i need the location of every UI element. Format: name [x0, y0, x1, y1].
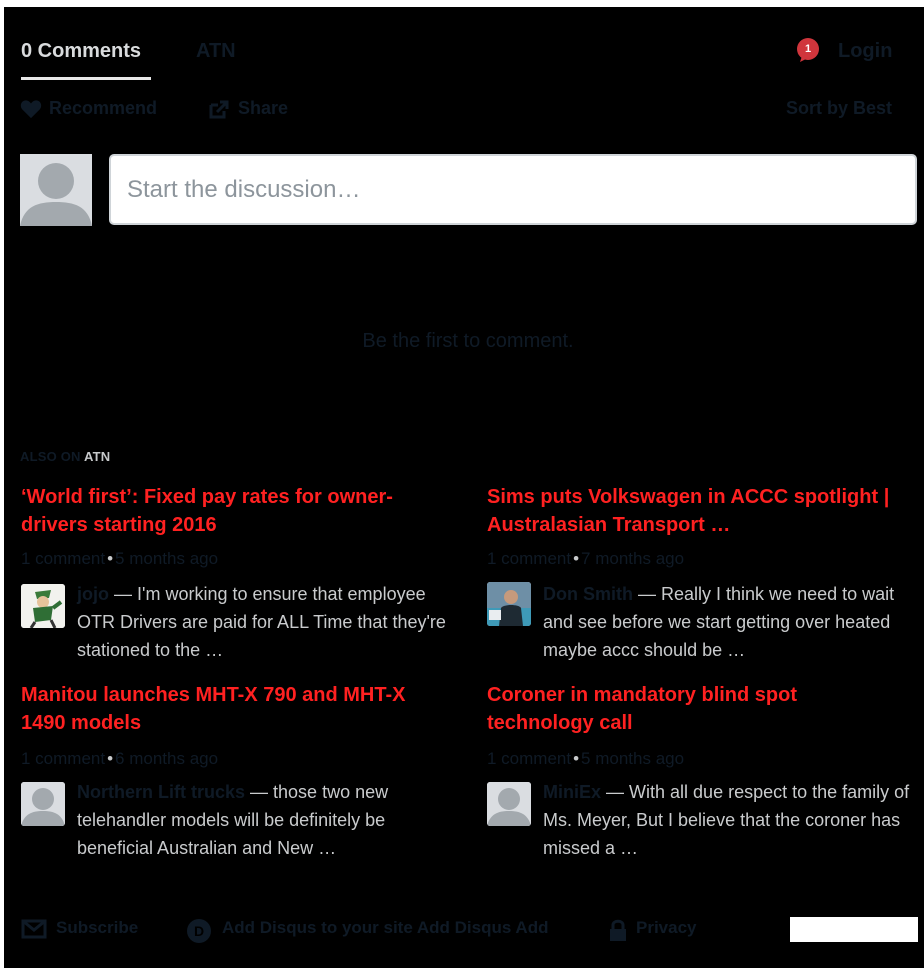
- comment-snippet: Northern Lift trucks — those two new tel…: [77, 778, 452, 862]
- share-button[interactable]: Share: [238, 98, 288, 119]
- default-avatar-icon: [20, 154, 92, 226]
- commenter-avatar[interactable]: [21, 782, 65, 826]
- tab-site[interactable]: ATN: [196, 40, 236, 63]
- also-on-site[interactable]: ATN: [84, 449, 110, 464]
- login-button[interactable]: Login: [838, 40, 892, 63]
- comment-input[interactable]: Start the discussion…: [109, 154, 917, 225]
- comment-author[interactable]: Northern Lift trucks: [77, 782, 245, 802]
- lock-icon[interactable]: [608, 918, 628, 942]
- cartoon-avatar-icon: [21, 584, 65, 628]
- envelope-icon[interactable]: [21, 918, 47, 940]
- comment-snippet: jojo — I'm working to ensure that employ…: [77, 580, 452, 664]
- comment-snippet: MiniEx — With all due respect to the fam…: [543, 778, 918, 862]
- recommend-button[interactable]: Recommend: [49, 98, 157, 119]
- discussion-meta: 1 comment • 7 months ago: [487, 549, 685, 568]
- add-disqus-link[interactable]: Add Disqus to your site Add Disqus Add: [222, 918, 548, 938]
- snippet-text: — I'm working to ensure that employee OT…: [77, 584, 446, 660]
- commenter-avatar[interactable]: [21, 584, 65, 628]
- also-on-heading: ALSO ON ATN: [20, 449, 110, 464]
- post-age: 7 months ago: [581, 549, 685, 568]
- empty-state-message: Be the first to comment.: [362, 330, 574, 352]
- comment-count[interactable]: 1 comment: [21, 749, 105, 768]
- active-tab-indicator: [21, 77, 151, 80]
- notification-count: 1: [804, 43, 812, 55]
- discussion-meta: 1 comment • 5 months ago: [487, 749, 685, 768]
- default-avatar-icon: [21, 782, 65, 826]
- post-age: 5 months ago: [581, 749, 685, 768]
- discussion-title[interactable]: ‘World first’: Fixed pay rates for owner…: [21, 483, 431, 539]
- comment-count[interactable]: 1 comment: [487, 549, 571, 568]
- discussion-title[interactable]: Manitou launches MHT-X 790 and MHT-X 149…: [21, 681, 431, 737]
- add-disqus-short-text: Add Disqus Add: [416, 918, 549, 937]
- heart-icon[interactable]: [20, 99, 42, 119]
- disqus-logo-icon[interactable]: D: [186, 918, 212, 944]
- also-on-prefix: ALSO ON: [20, 449, 81, 464]
- discussion-title[interactable]: Sims puts Volkswagen in ACCC spotlight |…: [487, 483, 897, 539]
- comment-author[interactable]: MiniEx: [543, 782, 601, 802]
- discussion-meta: 1 comment • 5 months ago: [21, 549, 219, 568]
- discussion-meta: 1 comment • 6 months ago: [21, 749, 219, 768]
- commenter-avatar[interactable]: [487, 782, 531, 826]
- comment-count[interactable]: 1 comment: [21, 549, 105, 568]
- tab-comments[interactable]: 0 Comments: [21, 40, 141, 63]
- default-avatar-icon: [487, 782, 531, 826]
- subscribe-link[interactable]: Subscribe: [56, 918, 138, 938]
- comment-author[interactable]: Don Smith: [543, 584, 633, 604]
- photo-avatar-icon: [487, 582, 531, 626]
- comment-author[interactable]: jojo: [77, 584, 109, 604]
- share-icon[interactable]: [208, 98, 230, 120]
- comment-placeholder: Start the discussion…: [127, 176, 361, 203]
- sort-dropdown[interactable]: Sort by Best: [786, 98, 892, 119]
- commenter-avatar[interactable]: [487, 582, 531, 626]
- user-avatar: [20, 154, 92, 226]
- post-age: 5 months ago: [115, 549, 219, 568]
- comment-snippet: Don Smith — Really I think we need to wa…: [543, 580, 918, 664]
- privacy-link[interactable]: Privacy: [636, 918, 697, 938]
- svg-text:D: D: [194, 923, 204, 939]
- blank-panel: [790, 917, 918, 942]
- add-disqus-text: Add Disqus to your site: [222, 918, 413, 937]
- comment-count[interactable]: 1 comment: [487, 749, 571, 768]
- post-age: 6 months ago: [115, 749, 219, 768]
- discussion-title[interactable]: Coroner in mandatory blind spot technolo…: [487, 681, 897, 737]
